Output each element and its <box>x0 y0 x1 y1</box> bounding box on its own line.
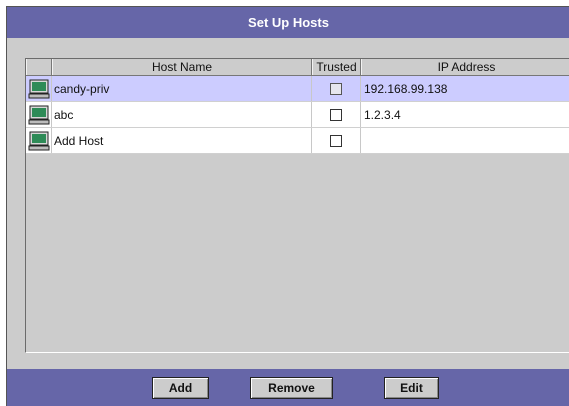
trusted-cell <box>312 128 361 153</box>
table-row[interactable]: abc 1.2.3.4 <box>26 102 569 128</box>
setup-hosts-window: Set Up Hosts Host Name Trusted IP Addres… <box>6 6 569 406</box>
edit-button[interactable]: Edit <box>384 377 439 399</box>
trusted-cell <box>312 102 361 127</box>
column-header-host-name[interactable]: Host Name <box>52 59 312 75</box>
computer-icon <box>26 76 52 101</box>
trusted-checkbox[interactable] <box>330 82 342 95</box>
button-bar: Add Remove Edit <box>7 369 569 406</box>
host-name-cell[interactable]: candy-priv <box>52 76 312 101</box>
host-name-cell[interactable]: abc <box>52 102 312 127</box>
table-header: Host Name Trusted IP Address <box>26 59 569 76</box>
table-row[interactable]: candy-priv 192.168.99.138 <box>26 76 569 102</box>
ip-address-cell[interactable]: 192.168.99.138 <box>361 76 569 101</box>
trusted-checkbox[interactable] <box>330 108 342 121</box>
page-title: Set Up Hosts <box>248 15 329 30</box>
trusted-checkbox[interactable] <box>330 134 342 147</box>
trusted-cell <box>312 76 361 101</box>
ip-address-cell[interactable] <box>361 128 569 153</box>
computer-icon <box>26 128 52 153</box>
column-header-icon <box>26 59 52 75</box>
header-bar: Set Up Hosts <box>7 7 569 38</box>
column-header-trusted[interactable]: Trusted <box>312 59 361 75</box>
computer-icon <box>26 102 52 127</box>
table-row[interactable]: Add Host <box>26 128 569 154</box>
ip-address-cell[interactable]: 1.2.3.4 <box>361 102 569 127</box>
host-name-cell[interactable]: Add Host <box>52 128 312 153</box>
remove-button[interactable]: Remove <box>250 377 333 399</box>
add-button[interactable]: Add <box>152 377 209 399</box>
hosts-table: Host Name Trusted IP Address candy-priv … <box>25 58 569 353</box>
column-header-ip-address[interactable]: IP Address <box>361 59 569 75</box>
